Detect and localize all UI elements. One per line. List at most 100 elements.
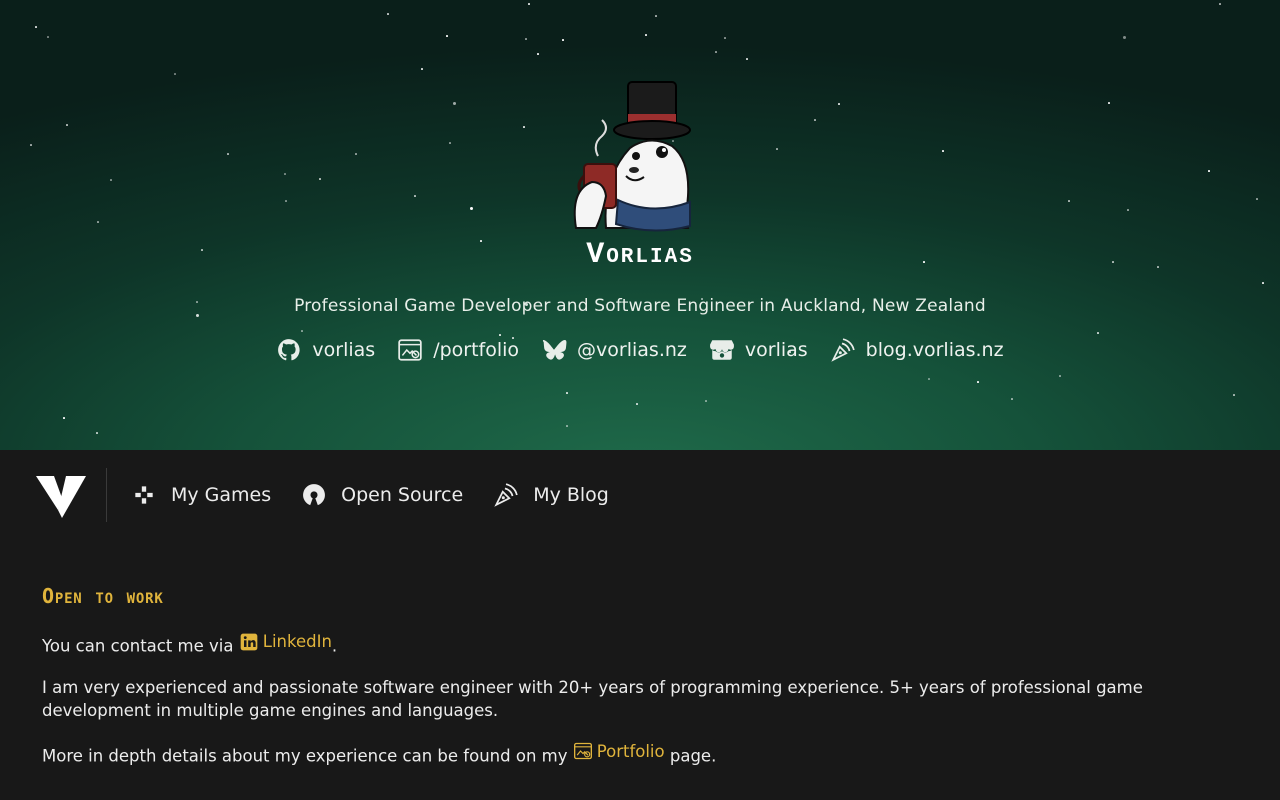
section-heading: Open to work [42,584,164,608]
portfolio-icon [573,742,592,760]
bluesky-link-label: @vorlias.nz [577,339,687,361]
nav-item-my-games-label: My Games [171,484,272,506]
star [655,15,657,17]
star [715,51,717,53]
star [977,381,979,383]
star [645,34,647,36]
star [355,153,357,155]
star [1208,170,1210,172]
star [928,378,930,380]
github-link[interactable]: vorlias [276,337,375,363]
vorlias-logo-icon[interactable] [36,472,86,518]
star [449,142,451,144]
star [285,200,287,202]
portfolio-icon [398,339,422,361]
star [97,221,99,223]
star [453,102,456,105]
details-prefix: More in depth details about my experienc… [42,746,573,765]
itchio-icon [709,340,734,360]
star [528,3,530,5]
nav-item-my-games[interactable]: My Games [131,482,271,508]
github-icon [278,339,301,361]
blog-link-label: blog.vorlias.nz [865,339,1004,361]
star [523,126,525,128]
portfolio-page-link-label: Portfolio [596,741,665,761]
hero-banner: Vorlias Professional Game Developer and … [0,0,1280,450]
star [1059,375,1061,377]
main-content: Open to work You can contact me via Link… [0,540,1280,767]
star [537,53,539,55]
main-nav: My Games Open Source My Blog [0,450,1280,540]
star [66,124,68,126]
star [838,103,840,105]
social-links: vorlias /portfolio @vorlias.nz vorlias b… [0,337,1280,363]
portfolio-link[interactable]: /portfolio [397,337,519,363]
star [284,173,286,175]
blog-pen-icon [830,338,855,362]
nav-divider [106,468,107,522]
star [1112,261,1114,263]
brand-wordmark: Vorlias [586,238,694,268]
experience-paragraph: I am very experienced and passionate sof… [42,677,1143,720]
star [1219,3,1221,5]
bluesky-icon [542,339,567,360]
portfolio-page-link[interactable]: Portfolio [573,740,665,763]
star [562,39,564,41]
star [480,240,482,242]
nav-item-open-source[interactable]: Open Source [301,482,463,508]
star [387,13,389,15]
star [201,249,203,251]
hero-tagline: Professional Game Developer and Software… [294,296,986,316]
linkedin-icon [240,633,258,650]
details-paragraph: More in depth details about my experienc… [42,740,1162,768]
portfolio-link-label: /portfolio [433,339,520,361]
star [30,144,32,146]
nav-item-my-blog[interactable]: My Blog [493,482,609,508]
itchio-link[interactable]: vorlias [709,337,808,363]
star [470,207,473,210]
star [499,334,501,336]
nav-item-my-blog-label: My Blog [533,484,609,506]
star [301,330,303,332]
star [319,178,321,180]
star [525,38,527,40]
star [47,36,49,38]
gamepad-icon [135,486,153,504]
star [814,119,816,121]
star [942,150,944,152]
star [35,26,37,28]
star [1262,282,1264,284]
pen-icon [494,483,518,507]
details-suffix: page. [664,746,717,765]
seal-mascot-logo: Vorlias [573,81,694,268]
open-source-icon [303,484,326,506]
star [1123,36,1126,39]
blog-link[interactable]: blog.vorlias.nz [830,337,1004,363]
star [446,35,448,37]
star [566,392,568,394]
star [746,58,748,60]
linkedin-link[interactable]: LinkedIn [239,630,332,653]
star [227,153,229,155]
linkedin-link-label: LinkedIn [262,632,332,651]
star [110,179,112,181]
star [1108,102,1110,104]
star [1127,209,1129,211]
star [63,417,65,419]
nav-item-open-source-label: Open Source [341,484,464,506]
star [1233,394,1235,396]
star [566,425,568,427]
star [724,37,726,39]
star [1011,398,1013,400]
star [1256,198,1258,200]
star [636,403,638,405]
contact-prefix: You can contact me via [42,636,239,656]
bluesky-link[interactable]: @vorlias.nz [541,337,687,363]
contact-paragraph: You can contact me via LinkedIn. [42,630,1162,658]
star [414,195,416,197]
star [776,148,778,150]
star [174,73,176,75]
star [923,261,925,263]
github-link-label: vorlias [312,339,376,361]
star [705,400,707,402]
